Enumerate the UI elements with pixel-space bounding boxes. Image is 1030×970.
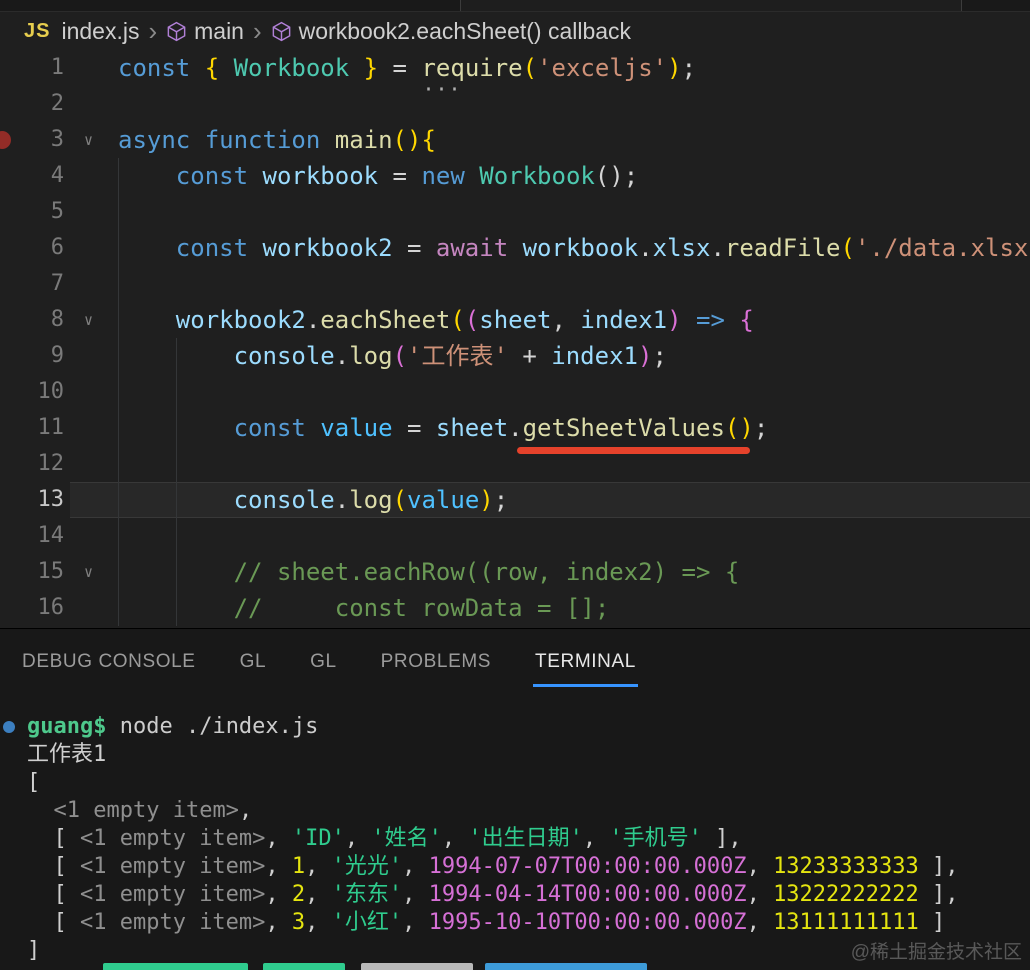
code-editor[interactable]: 1const { Workbook } = require('exceljs')… bbox=[0, 50, 1030, 628]
code-line-2[interactable]: 2 bbox=[0, 86, 1030, 122]
terminal-line: [ <1 empty item>, 'ID', '姓名', '出生日期', '手… bbox=[27, 826, 742, 851]
indent-guide bbox=[118, 158, 119, 626]
code-line-10[interactable]: 10 bbox=[0, 374, 1030, 410]
bottom-panel: DEBUG CONSOLE GL GL PROBLEMS TERMINAL guang$… bbox=[0, 628, 1030, 970]
panel-tab-gl-1[interactable]: GL bbox=[240, 651, 267, 673]
code-line-11[interactable]: 11 const value = sheet.getSheetValues(); bbox=[0, 410, 1030, 446]
terminal-line: [ <1 empty item>, 3, '小红', 1995-10-10T00… bbox=[27, 910, 946, 935]
panel-tab-terminal-4[interactable]: TERMINAL bbox=[533, 651, 638, 687]
javascript-file-icon: JS bbox=[24, 19, 51, 42]
panel-tab-problems-3[interactable]: PROBLEMS bbox=[381, 651, 491, 673]
symbol-cube-icon bbox=[271, 21, 292, 42]
watermark-text: @稀土掘金技术社区 bbox=[850, 942, 1022, 963]
terminal-output[interactable]: guang$ node ./index.js 工作表1 [ <1 empty ite… bbox=[0, 713, 1030, 970]
panel-tab-gl-2[interactable]: GL bbox=[310, 651, 337, 673]
tab-bar-segment bbox=[461, 0, 962, 11]
breadcrumb-symbol-main[interactable]: main bbox=[194, 18, 244, 45]
symbol-cube-icon bbox=[166, 21, 187, 42]
chevron-right-icon: › bbox=[252, 16, 262, 46]
breadcrumb-file-name[interactable]: index.js bbox=[61, 18, 139, 45]
terminal-line: guang$ node ./index.js bbox=[27, 714, 319, 739]
panel-tab-bar: DEBUG CONSOLE GL GL PROBLEMS TERMINAL bbox=[0, 629, 1030, 695]
terminal-session-dot-icon bbox=[3, 721, 15, 733]
code-line-14[interactable]: 14 bbox=[0, 518, 1030, 554]
indent-guide bbox=[176, 338, 177, 626]
breadcrumb-symbol-callback[interactable]: workbook2.eachSheet() callback bbox=[299, 18, 631, 45]
terminal-line: [ <1 empty item>, 1, '光光', 1994-07-07T00… bbox=[27, 854, 959, 879]
tab-separator bbox=[961, 0, 962, 11]
code-text: // const rowData = []; bbox=[233, 594, 610, 622]
code-line-6[interactable]: 6 const workbook2 = await workbook.xlsx.… bbox=[0, 230, 1030, 266]
line-number: 2 bbox=[50, 91, 64, 116]
terminal-line: <1 empty item>, bbox=[53, 798, 253, 823]
code-line-8[interactable]: 8 ∨ workbook2.eachSheet((sheet, index1) =… bbox=[0, 302, 1030, 338]
code-line-13[interactable]: 13 console.log(value); bbox=[0, 482, 1030, 518]
clipped-next-prompt-line bbox=[27, 963, 1017, 970]
code-text: async function main(){ bbox=[118, 126, 436, 154]
code-text: // sheet.eachRow((row, index2) => { bbox=[233, 558, 740, 586]
code-line-7[interactable]: 7 bbox=[0, 266, 1030, 302]
chevron-right-icon: › bbox=[148, 16, 158, 46]
code-line-4[interactable]: 4 const workbook = new Workbook(); bbox=[0, 158, 1030, 194]
code-lines: 1const { Workbook } = require('exceljs')… bbox=[0, 50, 1030, 626]
code-text: console.log(value); bbox=[233, 486, 509, 514]
panel-tab-debug-console-0[interactable]: DEBUG CONSOLE bbox=[22, 651, 196, 673]
code-text: const { Workbook } = require('exceljs'); bbox=[0, 50, 1030, 86]
line-number: 10 bbox=[37, 379, 65, 404]
line-number: 5 bbox=[50, 199, 64, 224]
code-line-15[interactable]: 15 ∨ // sheet.eachRow((row, index2) => { bbox=[0, 554, 1030, 590]
code-text: workbook2.eachSheet((sheet, index1) => { bbox=[175, 306, 754, 334]
terminal-lines: guang$ node ./index.js 工作表1 [ <1 empty ite… bbox=[27, 713, 1030, 965]
red-annotation-underline bbox=[517, 447, 750, 454]
terminal-line: [ <1 empty item>, 2, '东东', 1994-04-14T00… bbox=[27, 882, 959, 907]
code-text: const workbook = new Workbook(); bbox=[175, 162, 639, 190]
code-line-9[interactable]: 9 console.log('工作表' + index1); bbox=[0, 338, 1030, 374]
line-number: 14 bbox=[37, 523, 65, 548]
terminal-line: [ bbox=[27, 770, 41, 795]
code-line-5[interactable]: 5 bbox=[0, 194, 1030, 230]
code-text: const workbook2 = await workbook.xlsx.re… bbox=[175, 234, 1029, 262]
code-line-16[interactable]: 16 // const rowData = []; bbox=[0, 590, 1030, 626]
breadcrumb: JS index.js › main › workbook2.eachSheet… bbox=[0, 12, 1030, 50]
editor-tab-bar-sliver bbox=[0, 0, 1030, 12]
code-line-1[interactable]: 1const { Workbook } = require('exceljs')… bbox=[0, 50, 1030, 86]
terminal-line: 工作表1 bbox=[27, 742, 107, 767]
line-number: 12 bbox=[37, 451, 65, 476]
line-number: 7 bbox=[50, 271, 64, 296]
code-text: console.log('工作表' + index1); bbox=[233, 342, 667, 370]
tab-separator bbox=[460, 0, 461, 11]
code-text: const value = sheet.getSheetValues(); bbox=[233, 414, 769, 442]
code-line-12[interactable]: 12 bbox=[0, 446, 1030, 482]
code-line-3[interactable]: 3 ∨ async function main(){ bbox=[0, 122, 1030, 158]
